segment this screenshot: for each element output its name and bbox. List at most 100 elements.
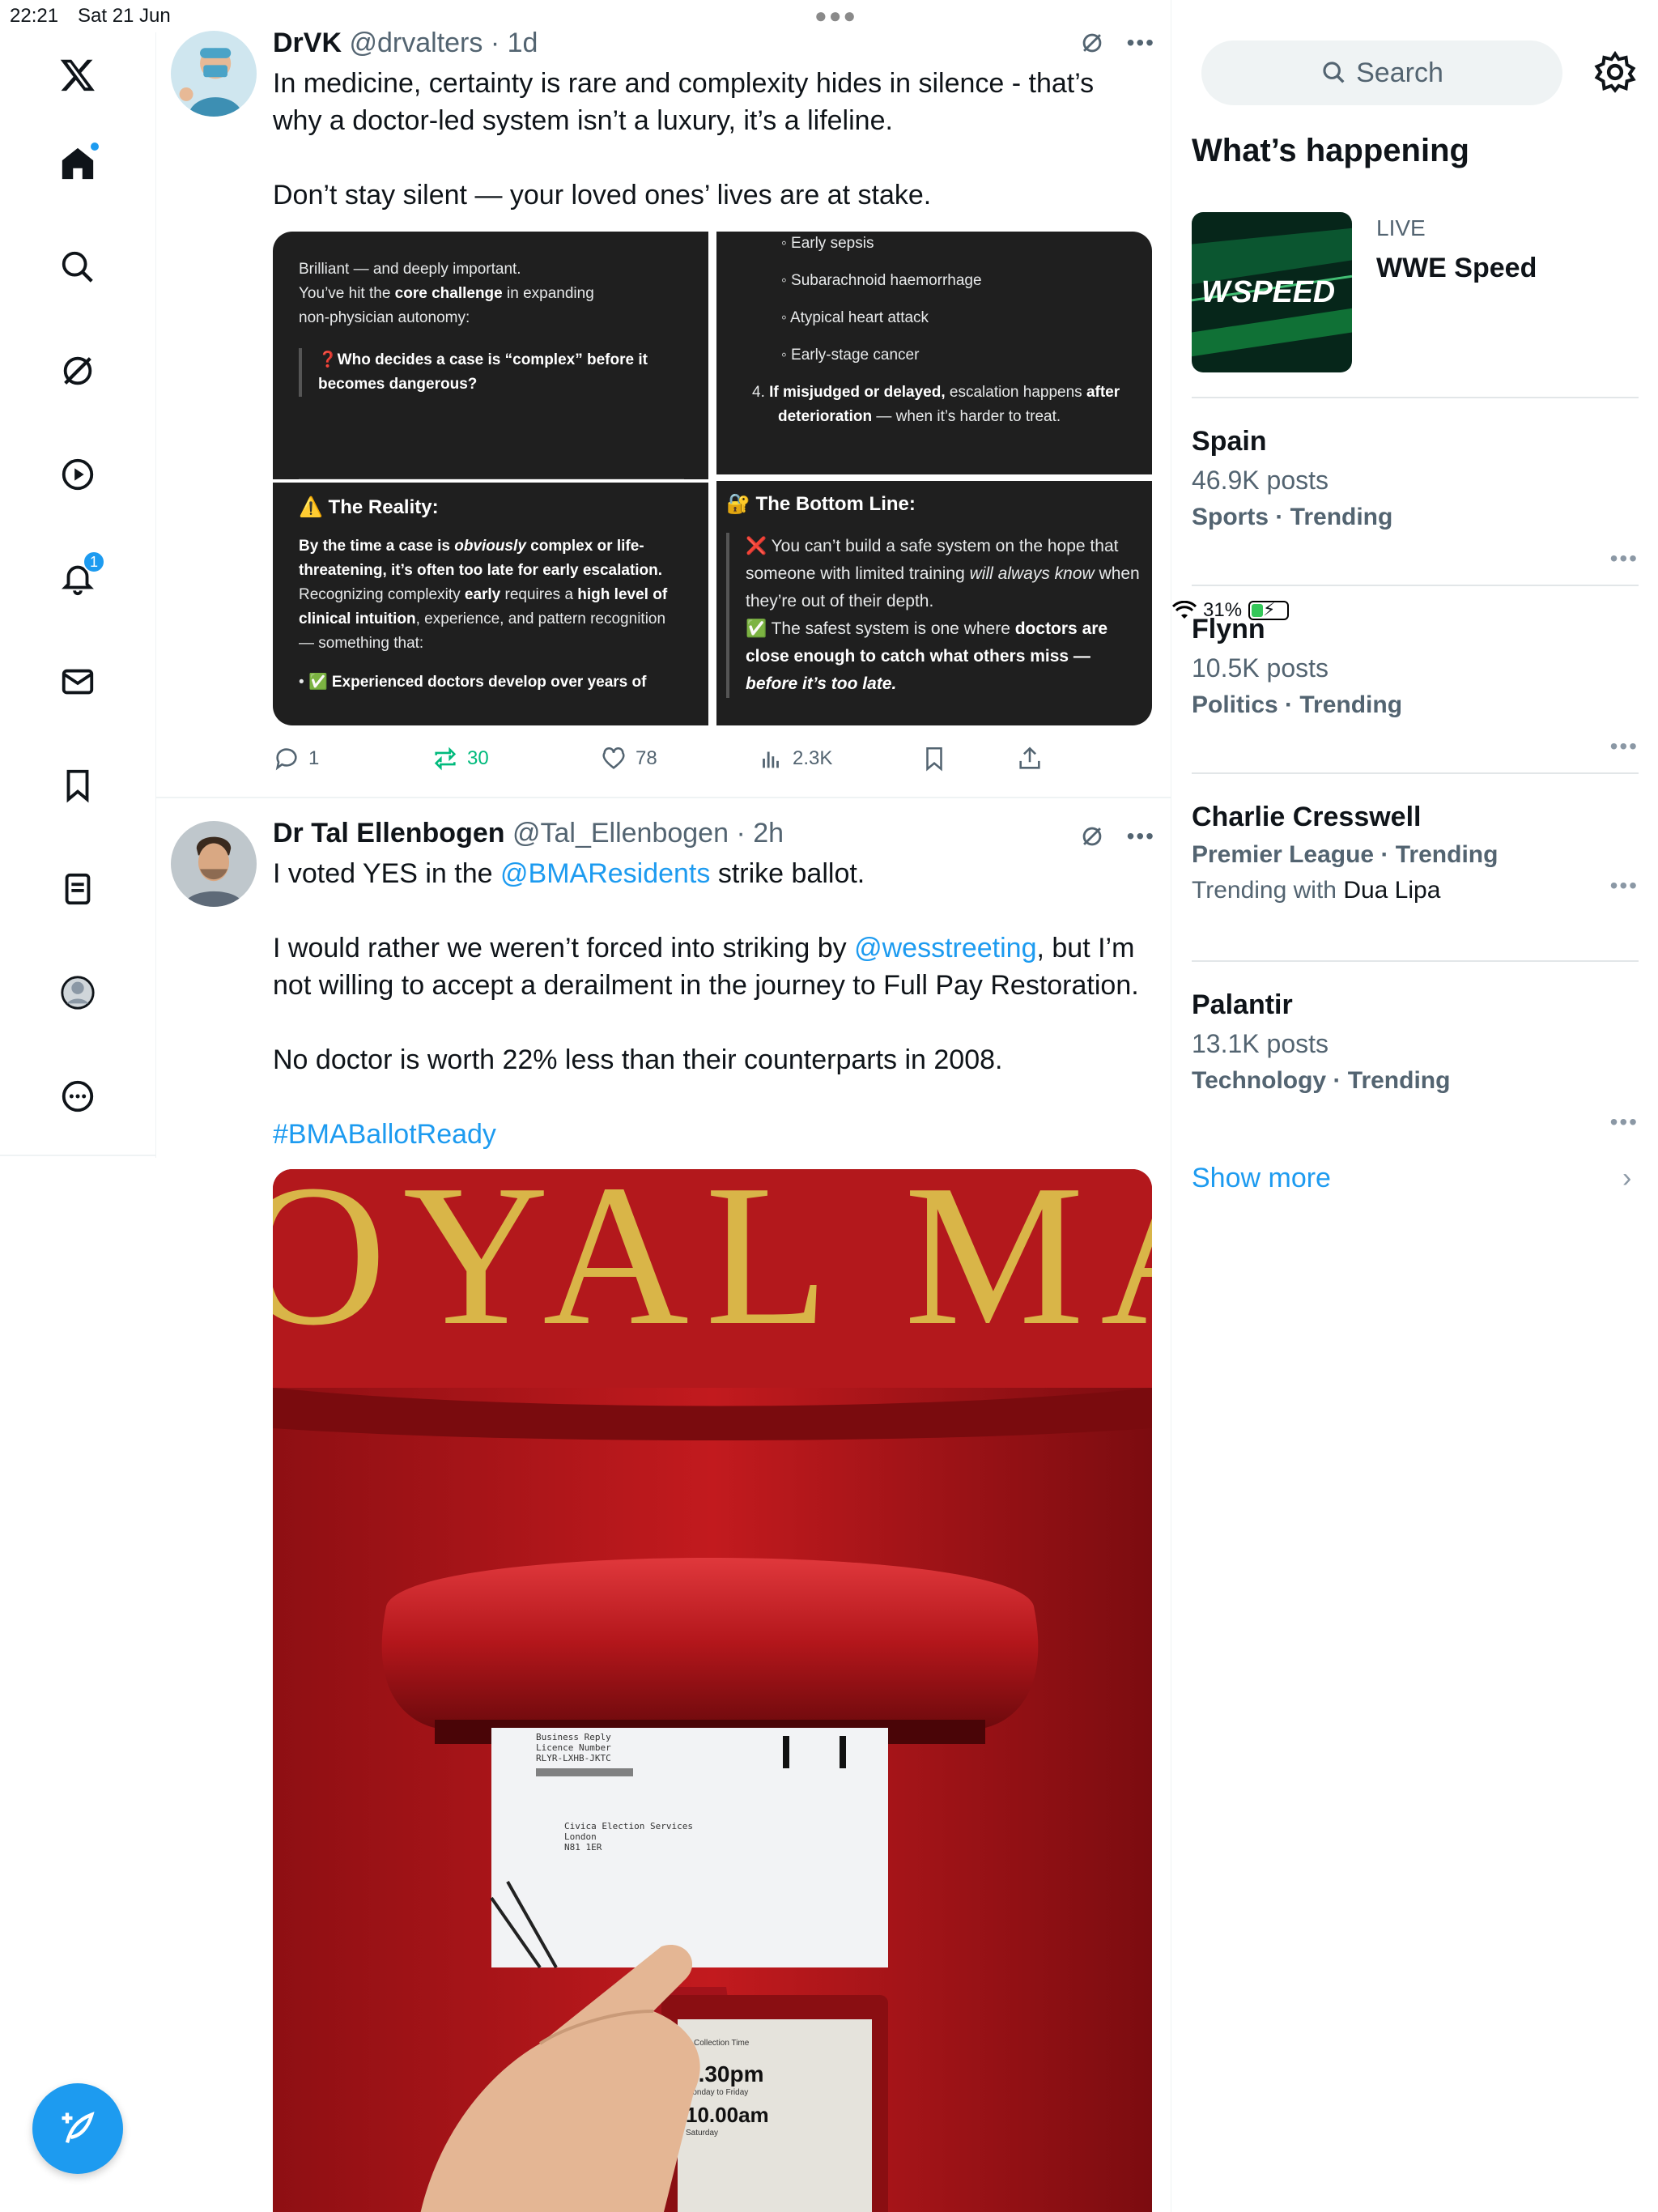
author-name[interactable]: DrVK [273, 28, 342, 58]
media-image-4[interactable]: 🔐 The Bottom Line: ❌ You can’t build a s… [716, 481, 1152, 725]
trend-item[interactable]: Palantir 13.1K posts Technology · Trendi… [1192, 989, 1639, 1143]
svg-text:N81 1ER: N81 1ER [564, 1842, 602, 1853]
svg-text:RLYR-LXHB-JKTC: RLYR-LXHB-JKTC [536, 1753, 611, 1763]
trend-post-count: 13.1K posts [1192, 1029, 1329, 1058]
share-button[interactable] [1016, 745, 1044, 772]
author-handle[interactable]: @Tal_Ellenbogen [512, 818, 729, 849]
svg-text:Collection Time: Collection Time [694, 2039, 750, 2048]
media-text: By the time a case is obviously complex … [299, 538, 663, 579]
compose-post-button[interactable] [32, 2083, 123, 2174]
search-input[interactable]: Search [1201, 40, 1562, 105]
reply-icon [275, 748, 297, 771]
tweet-text: In medicine, certainty is rare and compl… [273, 68, 1095, 211]
repost-button[interactable]: 30 [432, 745, 489, 772]
grok-explain-icon[interactable] [1078, 29, 1106, 57]
svg-text:Licence Number: Licence Number [536, 1742, 611, 1753]
tweet-more-icon[interactable]: ••• [1127, 823, 1155, 849]
live-title: WWE Speed [1376, 253, 1537, 283]
trend-name: Palantir [1192, 989, 1293, 1020]
media-text: non-physician autonomy: [299, 309, 470, 326]
notifications-bell-icon[interactable]: 1 [45, 546, 110, 610]
trend-category: Politics · Trending [1192, 691, 1403, 718]
trend-category: Technology · Trending [1192, 1067, 1451, 1094]
bookmarks-icon[interactable] [45, 753, 110, 818]
heart-icon [602, 747, 625, 769]
right-sidebar: Search What’s happening W SPEED LIVE WWE… [1172, 32, 1658, 1247]
home-icon[interactable] [45, 131, 110, 196]
svg-text:SPEED: SPEED [1232, 274, 1336, 308]
post-time[interactable]: · 2h [736, 818, 784, 849]
reply-button[interactable]: 1 [273, 745, 319, 772]
search-icon [1323, 62, 1345, 83]
media-quote: ❓Who decides a case is “complex” before … [299, 348, 684, 397]
tweet-media-grid[interactable]: Brilliant — and deeply important. You’ve… [273, 232, 1152, 725]
video-play-icon[interactable] [45, 442, 110, 507]
grok-icon[interactable] [45, 338, 110, 403]
mention-link[interactable]: @wesstreeting [854, 933, 1036, 963]
avatar-drvk[interactable] [171, 31, 257, 117]
post-time[interactable]: · 1d [491, 28, 538, 58]
trend-more-icon[interactable]: ••• [1610, 546, 1639, 572]
media-list-item: ◦ Early-stage cancer [781, 347, 920, 364]
trend-with: Trending with Dua Lipa [1192, 877, 1441, 904]
bookmark-icon [926, 747, 942, 772]
tweet-drvk[interactable]: DrVK @drvalters · 1d ••• In medicine, ce… [156, 0, 1171, 798]
more-options-icon[interactable] [45, 1064, 110, 1129]
bookmark-button[interactable] [920, 745, 948, 772]
trend-category: Sports · Trending [1192, 504, 1393, 530]
svg-text:Monday to Friday: Monday to Friday [686, 2088, 748, 2097]
timeline: DrVK @drvalters · 1d ••• In medicine, ce… [156, 0, 1171, 2212]
repost-count: 30 [467, 747, 489, 769]
grok-explain-icon[interactable] [1078, 823, 1106, 850]
author-name[interactable]: Dr Tal Ellenbogen [273, 818, 505, 849]
author-handle[interactable]: @drvalters [349, 28, 483, 58]
like-button[interactable]: 78 [600, 745, 657, 772]
trend-more-icon[interactable]: ••• [1610, 873, 1639, 899]
postbox-photo: OYAL MA Business Reply Licence Number RL… [273, 1169, 1152, 2212]
trend-name: Charlie Cresswell [1192, 802, 1422, 832]
media-image-2[interactable]: ◦ Early sepsis ◦ Subarachnoid haemorrhag… [716, 232, 1152, 474]
mention-link[interactable]: @BMAResidents [500, 858, 710, 889]
lists-icon[interactable] [45, 857, 110, 921]
messages-envelope-icon[interactable] [45, 649, 110, 714]
hashtag-link[interactable]: #BMABallotReady [273, 1116, 1147, 1153]
media-image-1[interactable]: Brilliant — and deeply important. You’ve… [273, 232, 708, 479]
repost-icon [434, 747, 457, 771]
share-icon [1019, 747, 1040, 769]
chevron-right-icon: › [1622, 1163, 1632, 1193]
settings-gear-icon[interactable] [1593, 50, 1637, 94]
profile-avatar-icon[interactable] [45, 960, 110, 1025]
analytics-icon [763, 751, 779, 768]
like-count: 78 [636, 747, 657, 769]
media-text: Recognizing complexity early requires a … [299, 586, 668, 652]
views-button[interactable]: 2.3K [757, 745, 832, 772]
trend-item[interactable]: Flynn 10.5K posts Politics · Trending ••… [1192, 614, 1639, 768]
trend-item[interactable]: Spain 46.9K posts Sports · Trending ••• [1192, 426, 1639, 580]
svg-text:OYAL MA: OYAL MA [273, 1169, 1152, 1368]
avatar-tal-ellenbogen[interactable] [171, 821, 257, 907]
media-list-item: ◦ Early sepsis [781, 235, 874, 252]
media-heading: 🔐 The Bottom Line: [726, 493, 916, 515]
show-more-link[interactable]: Show more [1192, 1163, 1331, 1194]
trend-post-count: 46.9K posts [1192, 466, 1329, 495]
trend-item[interactable]: Charlie Cresswell Premier League · Trend… [1192, 802, 1639, 955]
svg-text:W: W [1201, 274, 1233, 308]
tweet-tal-ellenbogen[interactable]: Dr Tal Ellenbogen @Tal_Ellenbogen · 2h •… [156, 798, 1171, 2212]
search-placeholder: Search [1356, 57, 1443, 88]
media-heading: ⚠️ The Reality: [299, 496, 439, 518]
trend-more-icon[interactable]: ••• [1610, 734, 1639, 759]
x-logo-icon[interactable] [45, 42, 110, 107]
media-text: Brilliant — and deeply important. [299, 261, 521, 278]
home-unread-dot [89, 141, 100, 152]
explore-search-icon[interactable] [45, 235, 110, 300]
trend-more-icon[interactable]: ••• [1610, 1109, 1639, 1135]
tweet-photo-postbox[interactable]: OYAL MA Business Reply Licence Number RL… [273, 1169, 1152, 2212]
svg-text:Business Reply: Business Reply [536, 1732, 611, 1742]
trend-name: Spain [1192, 426, 1267, 457]
media-image-3[interactable]: ⚠️ The Reality: By the time a case is ob… [273, 483, 708, 725]
trend-category: Premier League · Trending [1192, 841, 1499, 868]
tweet-more-icon[interactable]: ••• [1127, 30, 1155, 56]
media-quote: ❌ You can’t build a safe system on the h… [726, 533, 1144, 698]
wwe-speed-thumbnail: W SPEED [1192, 212, 1352, 372]
trend-live-wwe-speed[interactable]: W SPEED LIVE WWE Speed [1192, 212, 1658, 374]
